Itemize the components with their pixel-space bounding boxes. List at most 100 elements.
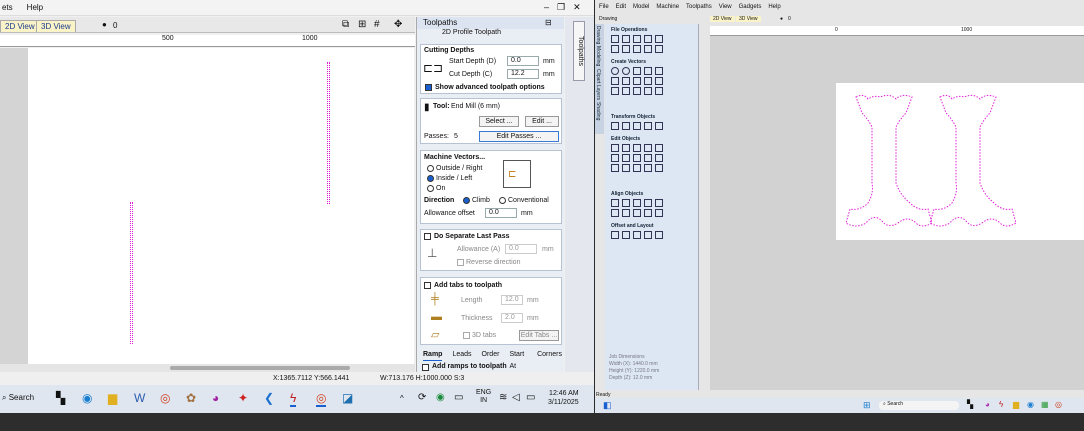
trim-icon[interactable] bbox=[633, 144, 641, 152]
move-icon[interactable] bbox=[611, 122, 619, 130]
store-icon[interactable]: ▦ bbox=[1041, 400, 1049, 409]
tab-3d-view[interactable]: 3D View bbox=[736, 16, 761, 22]
windows-start-icon[interactable]: ⊞ bbox=[863, 400, 871, 411]
space-h-icon[interactable] bbox=[633, 209, 641, 217]
undo-icon[interactable] bbox=[644, 45, 652, 53]
menu-item-view[interactable]: View bbox=[719, 4, 732, 14]
taskbar-search[interactable]: ⌕ Search bbox=[2, 393, 34, 403]
side-tab-layers[interactable]: Layers bbox=[595, 83, 601, 100]
side-tab-shading[interactable]: Shading bbox=[595, 100, 601, 120]
polyline-icon[interactable] bbox=[611, 77, 619, 85]
polygon-icon[interactable] bbox=[644, 67, 652, 75]
material-sheet[interactable] bbox=[836, 83, 1084, 240]
node-edit-icon[interactable] bbox=[622, 144, 630, 152]
edit-tabs-button[interactable]: Edit Tabs ... bbox=[519, 330, 559, 341]
volume-icon[interactable]: ◁ bbox=[512, 392, 520, 403]
layer-icon[interactable]: ● bbox=[780, 16, 783, 22]
task-view-icon[interactable]: ▚ bbox=[967, 400, 973, 409]
cut-depth-input[interactable]: 12.2 bbox=[507, 69, 539, 79]
text-icon[interactable] bbox=[611, 87, 619, 95]
align-page-icon[interactable] bbox=[655, 209, 663, 217]
menu-item-help[interactable]: Help bbox=[25, 3, 45, 12]
align-bottom-icon[interactable] bbox=[655, 199, 663, 207]
space-v-icon[interactable] bbox=[644, 209, 652, 217]
mirror-icon[interactable] bbox=[644, 122, 652, 130]
climb-radio[interactable] bbox=[463, 197, 470, 204]
chrome-icon[interactable]: ◎ bbox=[316, 391, 327, 407]
toolpaths-side-tab[interactable]: Toolpaths bbox=[573, 21, 585, 81]
add-tabs-checkbox[interactable] bbox=[424, 282, 431, 289]
group-icon[interactable] bbox=[644, 144, 652, 152]
file-explorer-icon[interactable]: ▆ bbox=[1013, 400, 1019, 409]
reverse-direction-checkbox[interactable] bbox=[457, 259, 464, 266]
grid-icon[interactable]: # bbox=[374, 19, 380, 30]
fillet-icon[interactable] bbox=[644, 87, 652, 95]
edit-passes-button[interactable]: Edit Passes ... bbox=[479, 131, 559, 142]
tab-2d-view[interactable]: 2D View bbox=[710, 16, 735, 22]
tab-ramp[interactable]: Ramp bbox=[423, 349, 443, 361]
cut-icon[interactable] bbox=[611, 45, 619, 53]
offset-vector-icon[interactable] bbox=[611, 231, 619, 239]
tab-order[interactable]: Order bbox=[482, 349, 500, 361]
app-icon[interactable]: ◧ bbox=[603, 400, 612, 411]
scale-icon[interactable] bbox=[622, 122, 630, 130]
menu-item-help[interactable]: Help bbox=[768, 4, 780, 14]
select-tool-button[interactable]: Select ... bbox=[479, 116, 519, 127]
new-file-icon[interactable] bbox=[611, 35, 619, 43]
separate-last-pass-checkbox[interactable] bbox=[424, 233, 431, 240]
fillet-icon[interactable] bbox=[644, 164, 652, 172]
task-view-icon[interactable]: ▚ bbox=[56, 391, 65, 405]
app-icon[interactable]: ◪ bbox=[342, 391, 353, 405]
paste-icon[interactable] bbox=[633, 45, 641, 53]
pin-icon[interactable]: ⊟ bbox=[545, 17, 552, 29]
tab-3d-view[interactable]: 3D View bbox=[36, 20, 76, 32]
close-icon[interactable]: ✕ bbox=[573, 2, 581, 13]
export-icon[interactable] bbox=[655, 35, 663, 43]
conventional-radio[interactable] bbox=[499, 197, 506, 204]
save-icon[interactable] bbox=[633, 35, 641, 43]
distort-icon[interactable] bbox=[655, 122, 663, 130]
tab-corners[interactable]: Corners bbox=[537, 349, 562, 361]
snap-icon[interactable]: ✥ bbox=[394, 19, 402, 30]
vector-outline-right[interactable] bbox=[327, 62, 330, 204]
tab-leads[interactable]: Leads bbox=[452, 349, 471, 361]
word-icon[interactable]: W bbox=[134, 391, 145, 405]
3d-tabs-checkbox[interactable] bbox=[463, 332, 470, 339]
tray-icon[interactable]: ◉ bbox=[436, 392, 445, 403]
measure-icon[interactable] bbox=[655, 87, 663, 95]
battery-icon[interactable]: ▭ bbox=[526, 392, 535, 403]
restore-icon[interactable]: ❐ bbox=[557, 2, 565, 13]
menu-item-model[interactable]: Model bbox=[633, 4, 649, 14]
rectangle-icon[interactable] bbox=[633, 67, 641, 75]
tab-start-at[interactable]: Start At bbox=[509, 349, 527, 370]
side-tab-drawing[interactable]: Drawing bbox=[595, 24, 601, 44]
menu-item[interactable]: ets bbox=[0, 3, 15, 12]
join-icon[interactable] bbox=[644, 154, 652, 162]
tray-icon[interactable]: ▭ bbox=[454, 392, 463, 403]
add-ramps-checkbox[interactable] bbox=[422, 364, 429, 371]
outside-right-radio[interactable] bbox=[427, 165, 434, 172]
line-icon[interactable] bbox=[622, 77, 630, 85]
advanced-options-checkbox[interactable] bbox=[425, 84, 432, 91]
subtract-icon[interactable] bbox=[622, 154, 630, 162]
drawing-canvas[interactable] bbox=[28, 48, 414, 364]
fit-view-icon[interactable]: ⊞ bbox=[358, 19, 366, 30]
copy-icon[interactable] bbox=[622, 45, 630, 53]
vector-outline-left[interactable] bbox=[130, 202, 133, 344]
inside-left-radio[interactable] bbox=[427, 175, 434, 182]
layer-icon[interactable]: ● bbox=[102, 20, 107, 29]
menu-item-file[interactable]: File bbox=[599, 4, 609, 14]
open-file-icon[interactable] bbox=[622, 35, 630, 43]
chevron-up-icon[interactable]: ^ bbox=[400, 394, 404, 403]
star-icon[interactable] bbox=[655, 67, 663, 75]
side-tab-modeling[interactable]: Modeling bbox=[595, 44, 601, 66]
edit-tool-button[interactable]: Edit ... bbox=[525, 116, 559, 127]
weld-icon[interactable] bbox=[611, 154, 619, 162]
vcarve-icon[interactable]: ϟ bbox=[290, 391, 297, 407]
dimension-icon[interactable] bbox=[633, 87, 641, 95]
circle-icon[interactable] bbox=[611, 67, 619, 75]
redo-icon[interactable] bbox=[655, 45, 663, 53]
chrome-icon[interactable]: ◎ bbox=[160, 391, 170, 405]
edge-icon[interactable]: ◉ bbox=[82, 391, 92, 405]
array-copy-icon[interactable] bbox=[622, 231, 630, 239]
